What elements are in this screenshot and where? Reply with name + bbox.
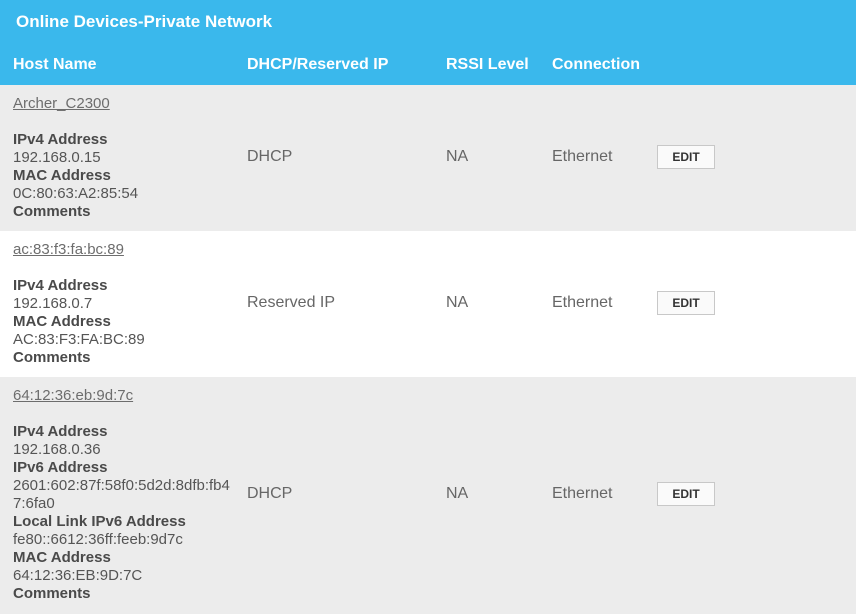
online-devices-panel: Online Devices-Private Network Host Name… <box>0 0 856 614</box>
column-header-host-name: Host Name <box>13 56 97 73</box>
column-header-connection: Connection <box>552 56 640 73</box>
mac-value: 64:12:36:EB:9D:7C <box>13 567 143 584</box>
edit-button[interactable]: EDIT <box>657 482 715 506</box>
ipv6-label: IPv6 Address <box>13 459 108 476</box>
host-name-link[interactable]: ac:83:f3:fa:bc:89 <box>13 241 235 259</box>
ipv4-value: 192.168.0.7 <box>13 295 93 312</box>
mac-value: AC:83:F3:FA:BC:89 <box>13 331 145 348</box>
rssi-value: NA <box>446 148 469 165</box>
ip-type-value: DHCP <box>247 485 293 502</box>
rssi-value: NA <box>446 294 469 311</box>
edit-button[interactable]: EDIT <box>657 291 715 315</box>
ipv6-value: 2601:602:87f:58f0:5d2d:8dfb:fb47:6fa0 <box>13 477 230 512</box>
ipv4-label: IPv4 Address <box>13 131 108 148</box>
column-header-dhcp-reserved-ip: DHCP/Reserved IP <box>247 56 389 73</box>
comments-label: Comments <box>13 585 91 602</box>
comments-label: Comments <box>13 203 91 220</box>
edit-button[interactable]: EDIT <box>657 145 715 169</box>
device-row-archer-c2300: Archer_C2300 IPv4 Address 192.168.0.15 M… <box>0 85 856 231</box>
device-row-ac83f3fabc89: ac:83:f3:fa:bc:89 IPv4 Address 192.168.0… <box>0 231 856 377</box>
mac-label: MAC Address <box>13 167 111 184</box>
connection-value: Ethernet <box>552 148 613 165</box>
ipv4-value: 192.168.0.15 <box>13 149 101 166</box>
host-cell: 64:12:36:eb:9d:7c IPv4 Address 192.168.0… <box>13 387 235 603</box>
mac-value: 0C:80:63:A2:85:54 <box>13 185 139 202</box>
connection-value: Ethernet <box>552 294 613 311</box>
rssi-value: NA <box>446 485 469 502</box>
comments-label: Comments <box>13 349 91 366</box>
column-header-rssi-level: RSSI Level <box>446 56 529 73</box>
ipv4-label: IPv4 Address <box>13 277 108 294</box>
host-name-link[interactable]: Archer_C2300 <box>13 95 235 113</box>
panel-title: Online Devices-Private Network <box>0 0 856 46</box>
connection-value: Ethernet <box>552 485 613 502</box>
device-row-641236eb9d7c: 64:12:36:eb:9d:7c IPv4 Address 192.168.0… <box>0 377 856 614</box>
ipv4-value: 192.168.0.36 <box>13 441 101 458</box>
mac-label: MAC Address <box>13 549 111 566</box>
ip-type-value: DHCP <box>247 148 293 165</box>
table-header: Host Name DHCP/Reserved IP RSSI Level Co… <box>0 46 856 85</box>
local-link-ipv6-label: Local Link IPv6 Address <box>13 513 186 530</box>
host-name-link[interactable]: 64:12:36:eb:9d:7c <box>13 387 235 405</box>
ipv4-label: IPv4 Address <box>13 423 108 440</box>
ip-type-value: Reserved IP <box>247 294 336 311</box>
host-cell: ac:83:f3:fa:bc:89 IPv4 Address 192.168.0… <box>13 241 235 367</box>
mac-label: MAC Address <box>13 313 111 330</box>
local-link-ipv6-value: fe80::6612:36ff:feeb:9d7c <box>13 531 183 548</box>
host-cell: Archer_C2300 IPv4 Address 192.168.0.15 M… <box>13 95 235 221</box>
